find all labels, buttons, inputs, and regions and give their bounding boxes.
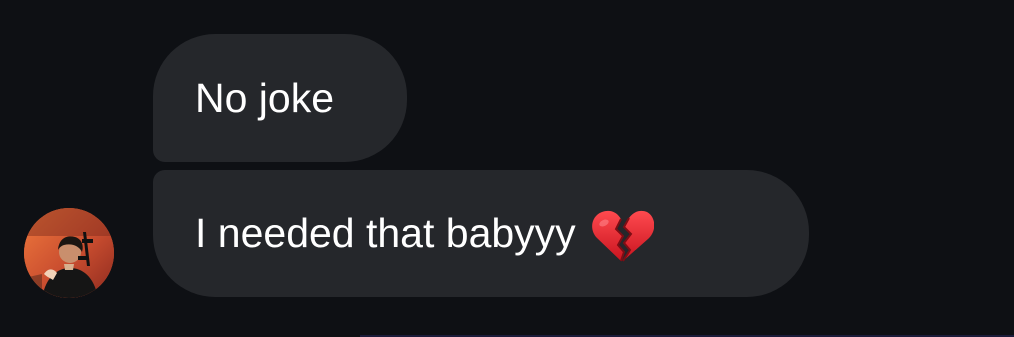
broken-heart-icon <box>590 207 654 263</box>
message-bubble[interactable]: No joke <box>153 34 407 162</box>
message-text: No joke <box>195 74 335 121</box>
message-bubble[interactable]: I needed that babyyy <box>153 170 809 297</box>
message-text: I needed that babyyy <box>195 210 576 256</box>
avatar[interactable] <box>24 208 114 298</box>
message-thread: No joke I needed that babyyy <box>0 0 1014 337</box>
